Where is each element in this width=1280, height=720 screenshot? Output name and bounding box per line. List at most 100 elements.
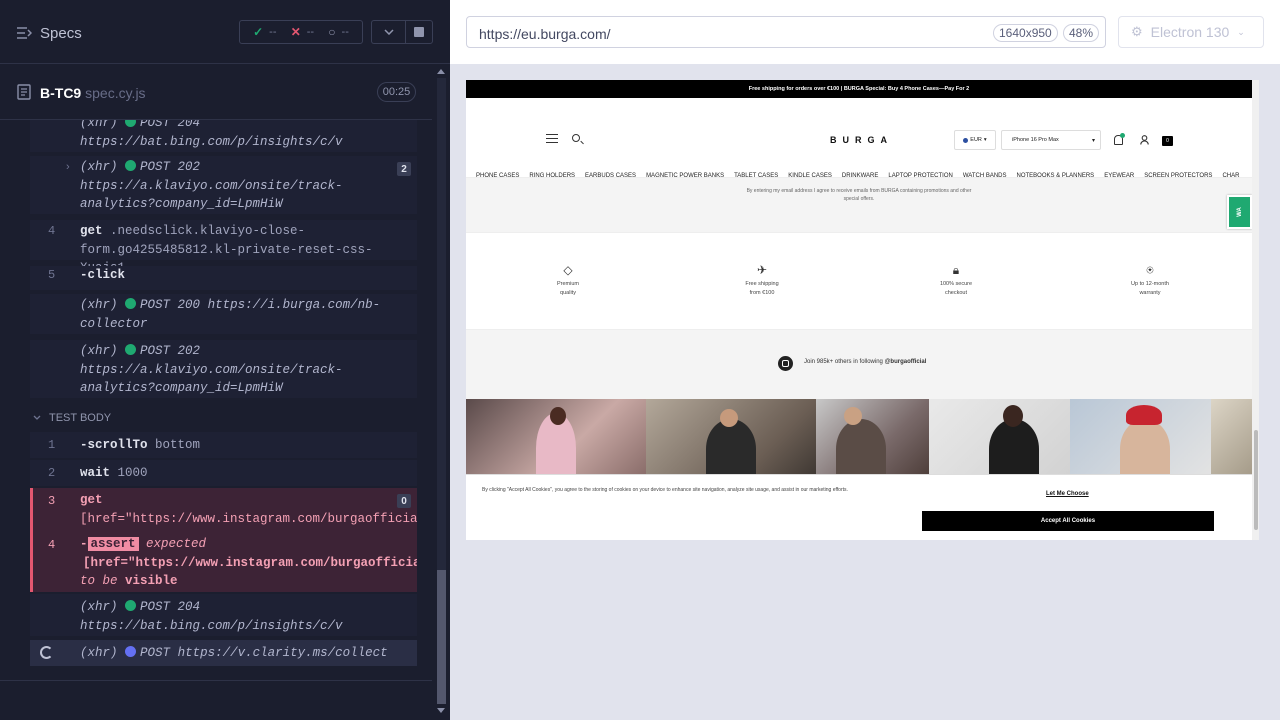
test-body-label: TEST BODY [49, 412, 112, 424]
instagram-section: Join 985k+ others in following @burgaoff… [466, 330, 1252, 399]
instagram-photo[interactable] [1070, 399, 1211, 475]
count-badge: 2 [397, 162, 411, 176]
command-name: get [80, 224, 103, 238]
feature-line: checkout [944, 290, 967, 296]
instagram-photo[interactable] [466, 399, 646, 475]
burga-logo[interactable]: BURGA [830, 135, 893, 145]
lock-icon: 🔒︎ [952, 263, 960, 277]
check-icon: ✓ [253, 25, 264, 39]
command-row[interactable]: › (xhr) POST 202 https://a.klaviyo.com/on… [30, 156, 417, 214]
chevron-right-icon[interactable]: › [66, 161, 70, 173]
instagram-icon[interactable] [778, 356, 793, 371]
pending-icon: ○ [328, 25, 336, 39]
spec-filename[interactable]: B-TC9 spec.cy.js [40, 85, 146, 101]
gear-icon: ⚙ [1131, 24, 1143, 39]
device-selector[interactable]: iPhone 16 Pro Max ▾ [1001, 130, 1101, 150]
url-text: https://eu.burga.com/ [479, 26, 611, 42]
currency-selector[interactable]: EUR ▾ [954, 130, 996, 150]
site-scroll-thumb[interactable] [1254, 430, 1258, 530]
feature-line: Premium [556, 281, 579, 287]
failed-command-group[interactable]: 3 get [href="https://www.instagram.com/b… [30, 488, 417, 592]
cart-icon[interactable]: 0 [1162, 136, 1173, 146]
command-name: -click [80, 268, 126, 282]
command-row[interactable]: 5 -click [30, 266, 417, 290]
search-icon[interactable] [572, 134, 580, 142]
pending-command-row[interactable]: (xhr) POST https://v.clarity.ms/collect [30, 640, 417, 666]
command-row[interactable]: 2 wait 1000 [30, 460, 417, 486]
assert-visible: visible [125, 574, 178, 588]
url-bar[interactable]: https://eu.burga.com/ 1640x950 48% [466, 16, 1106, 48]
plane-icon: ✈ [756, 263, 768, 277]
instagram-photo-strip [466, 399, 1252, 475]
command-row[interactable]: 1 -scrollTo bottom [30, 432, 417, 458]
document-icon [17, 84, 31, 100]
passed-count: -- [269, 26, 277, 38]
spinner-icon [40, 646, 53, 659]
command-name: get [80, 493, 103, 507]
xhr-method: POST 200 [140, 298, 201, 312]
instagram-handle-link[interactable]: @burgaofficial [885, 359, 927, 365]
aut-toolbar: https://eu.burga.com/ 1640x950 48% ⚙ Ele… [450, 0, 1280, 64]
duration-badge: 00:25 [377, 82, 416, 102]
stop-button[interactable] [405, 20, 433, 44]
notification-dot [1120, 133, 1125, 138]
command-row[interactable]: (xhr) POST 200 https://i.burga.com/nb-co… [30, 294, 417, 334]
pending-count: -- [341, 26, 349, 38]
command-number: 4 [48, 538, 56, 552]
test-stats: ✓ -- ✕ -- ○ -- [239, 20, 363, 44]
test-body-header[interactable]: TEST BODY [30, 406, 417, 430]
status-dot [125, 646, 137, 657]
assert-tag: assert [87, 537, 139, 551]
zoom-badge[interactable]: 48% [1063, 24, 1100, 42]
command-row[interactable]: 4 get .needsclick.klaviyo-close-form.go4… [30, 220, 417, 275]
feature-line: warranty [1139, 290, 1161, 296]
reporter-options-dropdown[interactable] [371, 20, 405, 44]
command-row[interactable]: (xhr) POST 204 https://bat.bing.com/p/ins… [30, 594, 417, 636]
browser-selector[interactable]: ⚙ Electron 130 ⌄ [1118, 16, 1264, 48]
instagram-photo[interactable] [816, 399, 929, 475]
xhr-method: POST 204 [140, 600, 201, 614]
newsletter-section: By entering my email address I agree to … [466, 178, 1252, 232]
specs-button[interactable]: Specs [16, 22, 82, 44]
browser-name: Electron 130 [1150, 24, 1230, 40]
website-viewport: Free shipping for orders over €100 | BUR… [466, 80, 1259, 540]
xhr-label: (xhr) [80, 160, 118, 174]
instagram-photo[interactable] [1211, 399, 1252, 475]
viewport-size-badge[interactable]: 1640x950 [993, 24, 1058, 42]
feature-line: Up to 12-month [1131, 281, 1169, 287]
command-number: 5 [48, 268, 56, 282]
user-icon[interactable] [1140, 135, 1149, 145]
command-row[interactable]: (xhr) POST 204 https://bat.bing.com/p/ins… [30, 120, 417, 152]
chevron-down-icon: ⌄ [1237, 26, 1245, 37]
scroll-down-icon[interactable] [437, 708, 445, 713]
scroll-thumb[interactable] [437, 570, 446, 704]
accept-all-cookies-button[interactable]: Accept All Cookies [922, 511, 1214, 531]
command-row[interactable]: (xhr) POST 202 https://a.klaviyo.com/onsi… [30, 340, 417, 398]
reporter-scrollbar[interactable] [433, 64, 450, 720]
caret-down-icon: ▾ [1091, 137, 1095, 144]
caret-down-icon: ▾ [983, 137, 987, 143]
status-dot [125, 600, 137, 611]
spec-extension: spec.cy.js [85, 85, 146, 101]
status-dot [125, 298, 137, 309]
xhr-method: POST 202 [140, 344, 201, 358]
promo-banner[interactable]: Free shipping for orders over €100 | BUR… [466, 80, 1252, 98]
xhr-method: POST 204 [140, 120, 201, 130]
whatsapp-button[interactable]: WA [1227, 195, 1252, 229]
command-number: 4 [48, 224, 56, 238]
site-header: BURGA EUR ▾ iPhone 16 Pro Max ▾ 0 PHONE CA… [466, 98, 1252, 179]
app-under-test-panel: https://eu.burga.com/ 1640x950 48% ⚙ Ele… [450, 0, 1280, 720]
feature-item: ⍟ Up to 12-month warranty [1110, 263, 1190, 298]
let-me-choose-link[interactable]: Let Me Choose [1046, 491, 1089, 497]
reporter-footer [0, 680, 432, 720]
cypress-runner: Specs ✓ -- ✕ -- ○ -- B-TC9 spec.cy.js 00:25… [0, 0, 1280, 720]
specs-label: Specs [40, 24, 82, 42]
instagram-photo[interactable] [929, 399, 1070, 475]
assert-expected: expected [146, 537, 207, 551]
hamburger-menu-icon[interactable] [546, 134, 558, 143]
instagram-photo[interactable] [646, 399, 816, 475]
features-row: ◇ Premium quality ✈ Free shipping from €100 … [466, 232, 1252, 330]
scroll-up-icon[interactable] [437, 69, 445, 74]
count-badge: 0 [397, 494, 411, 508]
command-number: 1 [48, 438, 56, 452]
